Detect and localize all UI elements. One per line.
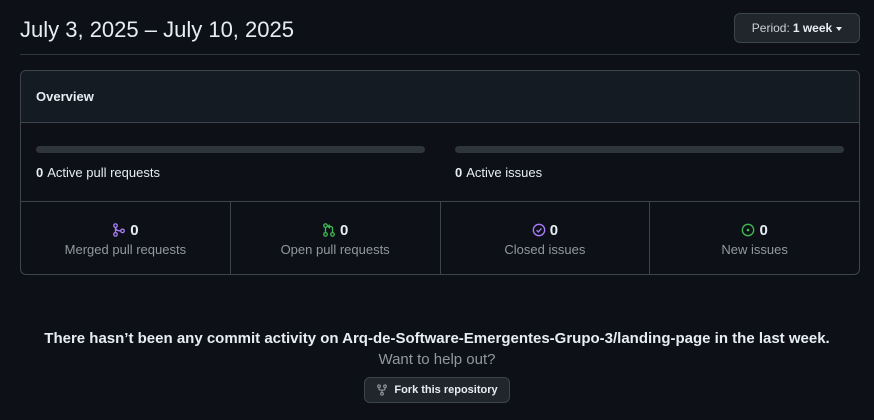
period-value: 1 week xyxy=(792,21,833,35)
active-prs-label: Active pull requests xyxy=(47,165,160,180)
active-issues-bar xyxy=(455,146,844,153)
closed-issues-label: Closed issues xyxy=(504,242,586,257)
closed-issues-count: 0 xyxy=(549,221,559,239)
stat-new-issues[interactable]: 0 New issues xyxy=(650,202,859,274)
open-prs-count: 0 xyxy=(339,221,349,239)
open-prs-label: Open pull requests xyxy=(280,242,390,257)
period-label: Period: xyxy=(751,21,790,35)
repo-forked-icon xyxy=(377,384,388,396)
git-merge-icon xyxy=(113,223,126,237)
overview-stats: 0 Merged pull requests 0 Open pull reque… xyxy=(21,202,859,274)
overview-title: Overview xyxy=(21,71,859,123)
fork-repository-button[interactable]: Fork this repository xyxy=(364,377,510,403)
stat-merged-prs[interactable]: 0 Merged pull requests xyxy=(21,202,231,274)
commit-activity-empty-state: There hasn’t been any commit activity on… xyxy=(0,330,874,403)
active-prs-link[interactable]: 0 Active pull requests xyxy=(36,165,425,180)
overview-box: Overview 0 Active pull requests 0 Active i… xyxy=(20,70,860,275)
pulse-header: July 3, 2025 – July 10, 2025 Period: 1 w… xyxy=(20,0,860,55)
git-pull-request-icon xyxy=(323,223,335,237)
help-out-text: Want to help out? xyxy=(378,351,496,368)
date-range-title: July 3, 2025 – July 10, 2025 xyxy=(20,17,294,42)
active-issues-label: Active issues xyxy=(466,165,543,180)
active-issues-summary: 0 Active issues xyxy=(455,146,844,180)
issue-closed-icon xyxy=(532,223,546,237)
active-issues-link[interactable]: 0 Active issues xyxy=(455,165,844,180)
stat-closed-issues[interactable]: 0 Closed issues xyxy=(441,202,651,274)
merged-prs-count: 0 xyxy=(130,221,139,239)
new-issues-label: New issues xyxy=(721,242,788,257)
caret-down-icon xyxy=(836,27,843,31)
merged-prs-label: Merged pull requests xyxy=(64,242,187,257)
active-issues-count: 0 xyxy=(455,165,463,180)
period-dropdown[interactable]: Period: 1 week xyxy=(734,13,860,43)
fork-button-label: Fork this repository xyxy=(394,384,498,396)
active-prs-bar xyxy=(36,146,425,153)
commit-activity-message: There hasn’t been any commit activity on… xyxy=(44,330,830,347)
overview-summary: 0 Active pull requests 0 Active issues xyxy=(21,123,859,202)
issue-opened-icon xyxy=(742,223,755,237)
active-prs-summary: 0 Active pull requests xyxy=(36,146,425,180)
active-prs-count: 0 xyxy=(36,165,44,180)
new-issues-count: 0 xyxy=(759,221,768,239)
stat-open-prs[interactable]: 0 Open pull requests xyxy=(231,202,441,274)
